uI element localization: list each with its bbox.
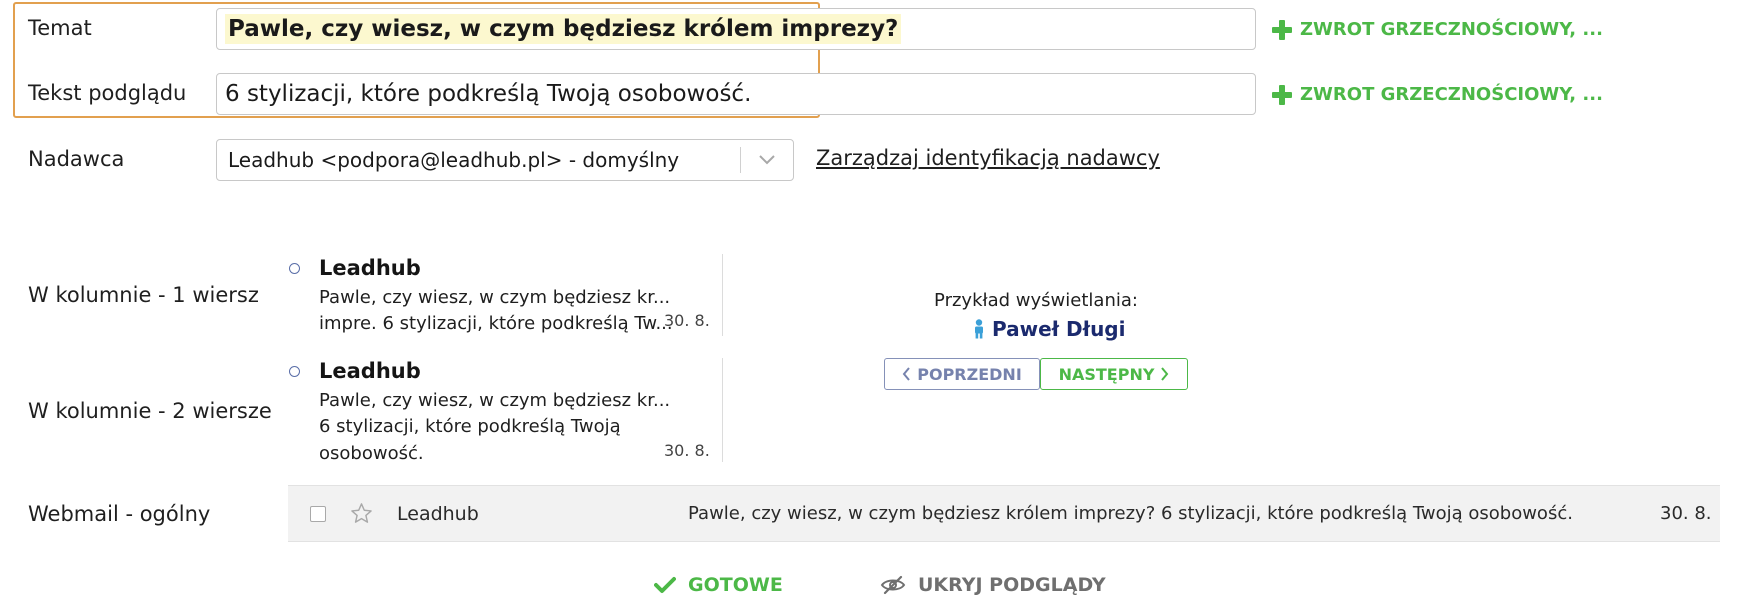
previous-button-label: POPRZEDNI: [917, 364, 1022, 384]
preview-two-lines-text-1: Pawle, czy wiesz, w czym będziesz kr...: [319, 390, 671, 411]
next-button-label: NASTĘPNY: [1058, 364, 1155, 384]
unread-dot-icon: [289, 263, 300, 274]
add-greeting-label: ZWROT GRZECZNOŚCIOWY, ...: [1300, 19, 1603, 40]
add-greeting-subject-button[interactable]: ZWROT GRZECZNOŚCIOWY, ...: [1272, 19, 1603, 40]
preview-two-lines-text-3: osobowość.: [319, 443, 424, 464]
webmail-sender: Leadhub: [397, 503, 479, 525]
unread-dot-icon: [289, 366, 300, 377]
chevron-down-icon: [741, 154, 793, 166]
sender-select[interactable]: Leadhub <podpora@leadhub.pl> - domyślny: [216, 139, 794, 181]
sender-label: Nadawca: [28, 147, 125, 171]
done-button-label: GOTOWE: [688, 574, 783, 596]
preview-two-lines-text-2: 6 stylizacji, które podkreślą Twoją: [319, 416, 621, 437]
preview-one-line-sender: Leadhub: [319, 256, 421, 280]
eye-slash-icon: [880, 575, 906, 595]
webmail-date: 30. 8.: [1660, 503, 1712, 524]
example-label: Przykład wyświetlania:: [934, 290, 1138, 311]
webmail-text: Pawle, czy wiesz, w czym będziesz królem…: [688, 503, 1573, 524]
preview-two-lines-sender: Leadhub: [319, 359, 421, 383]
previous-button[interactable]: POPRZEDNI: [884, 358, 1040, 390]
checkmark-icon: [654, 577, 676, 593]
done-button[interactable]: GOTOWE: [654, 574, 783, 596]
preview-text-input[interactable]: 6 stylizacji, które podkreślą Twoją osob…: [216, 73, 1256, 115]
preview-webmail-label: Webmail - ogólny: [28, 502, 211, 526]
subject-label: Temat: [28, 16, 92, 40]
hide-previews-button-label: UKRYJ PODGLĄDY: [918, 574, 1106, 596]
select-checkbox[interactable]: [310, 506, 326, 522]
example-recipient-name: Paweł Długi: [992, 317, 1126, 341]
star-icon[interactable]: [350, 502, 373, 525]
next-button[interactable]: NASTĘPNY: [1040, 358, 1188, 390]
example-recipient: Paweł Długi: [972, 317, 1125, 341]
subject-input[interactable]: Pawle, czy wiesz, w czym będziesz królem…: [216, 8, 1256, 50]
preview-one-line-text-2: impre. 6 stylizacji, które podkreślą Tw.…: [319, 313, 673, 334]
plus-icon: [1272, 19, 1292, 40]
person-icon: [975, 319, 983, 339]
add-greeting-preview-button[interactable]: ZWROT GRZECZNOŚCIOWY, ...: [1272, 84, 1603, 105]
preview-one-line-text-1: Pawle, czy wiesz, w czym będziesz kr...: [319, 287, 671, 308]
preview-text-label: Tekst podglądu: [28, 81, 187, 105]
plus-icon: [1272, 84, 1292, 105]
preview-one-line-date: 30. 8.: [664, 311, 710, 330]
chevron-right-icon: [1161, 367, 1169, 381]
add-greeting-label: ZWROT GRZECZNOŚCIOWY, ...: [1300, 84, 1603, 105]
chevron-left-icon: [902, 367, 911, 381]
subject-value: Pawle, czy wiesz, w czym będziesz królem…: [225, 14, 902, 44]
hide-previews-button[interactable]: UKRYJ PODGLĄDY: [880, 574, 1106, 596]
manage-sender-link[interactable]: Zarządzaj identyfikacją nadawcy: [816, 146, 1160, 170]
preview-two-lines-date: 30. 8.: [664, 441, 710, 460]
sender-select-value: Leadhub <podpora@leadhub.pl> - domyślny: [228, 148, 680, 172]
preview-text-value: 6 stylizacji, które podkreślą Twoją osob…: [225, 81, 752, 107]
column-divider: [722, 358, 723, 462]
preview-two-lines-label: W kolumnie - 2 wiersze: [28, 399, 272, 423]
column-divider: [722, 254, 723, 336]
preview-one-line-label: W kolumnie - 1 wiersz: [28, 283, 259, 307]
